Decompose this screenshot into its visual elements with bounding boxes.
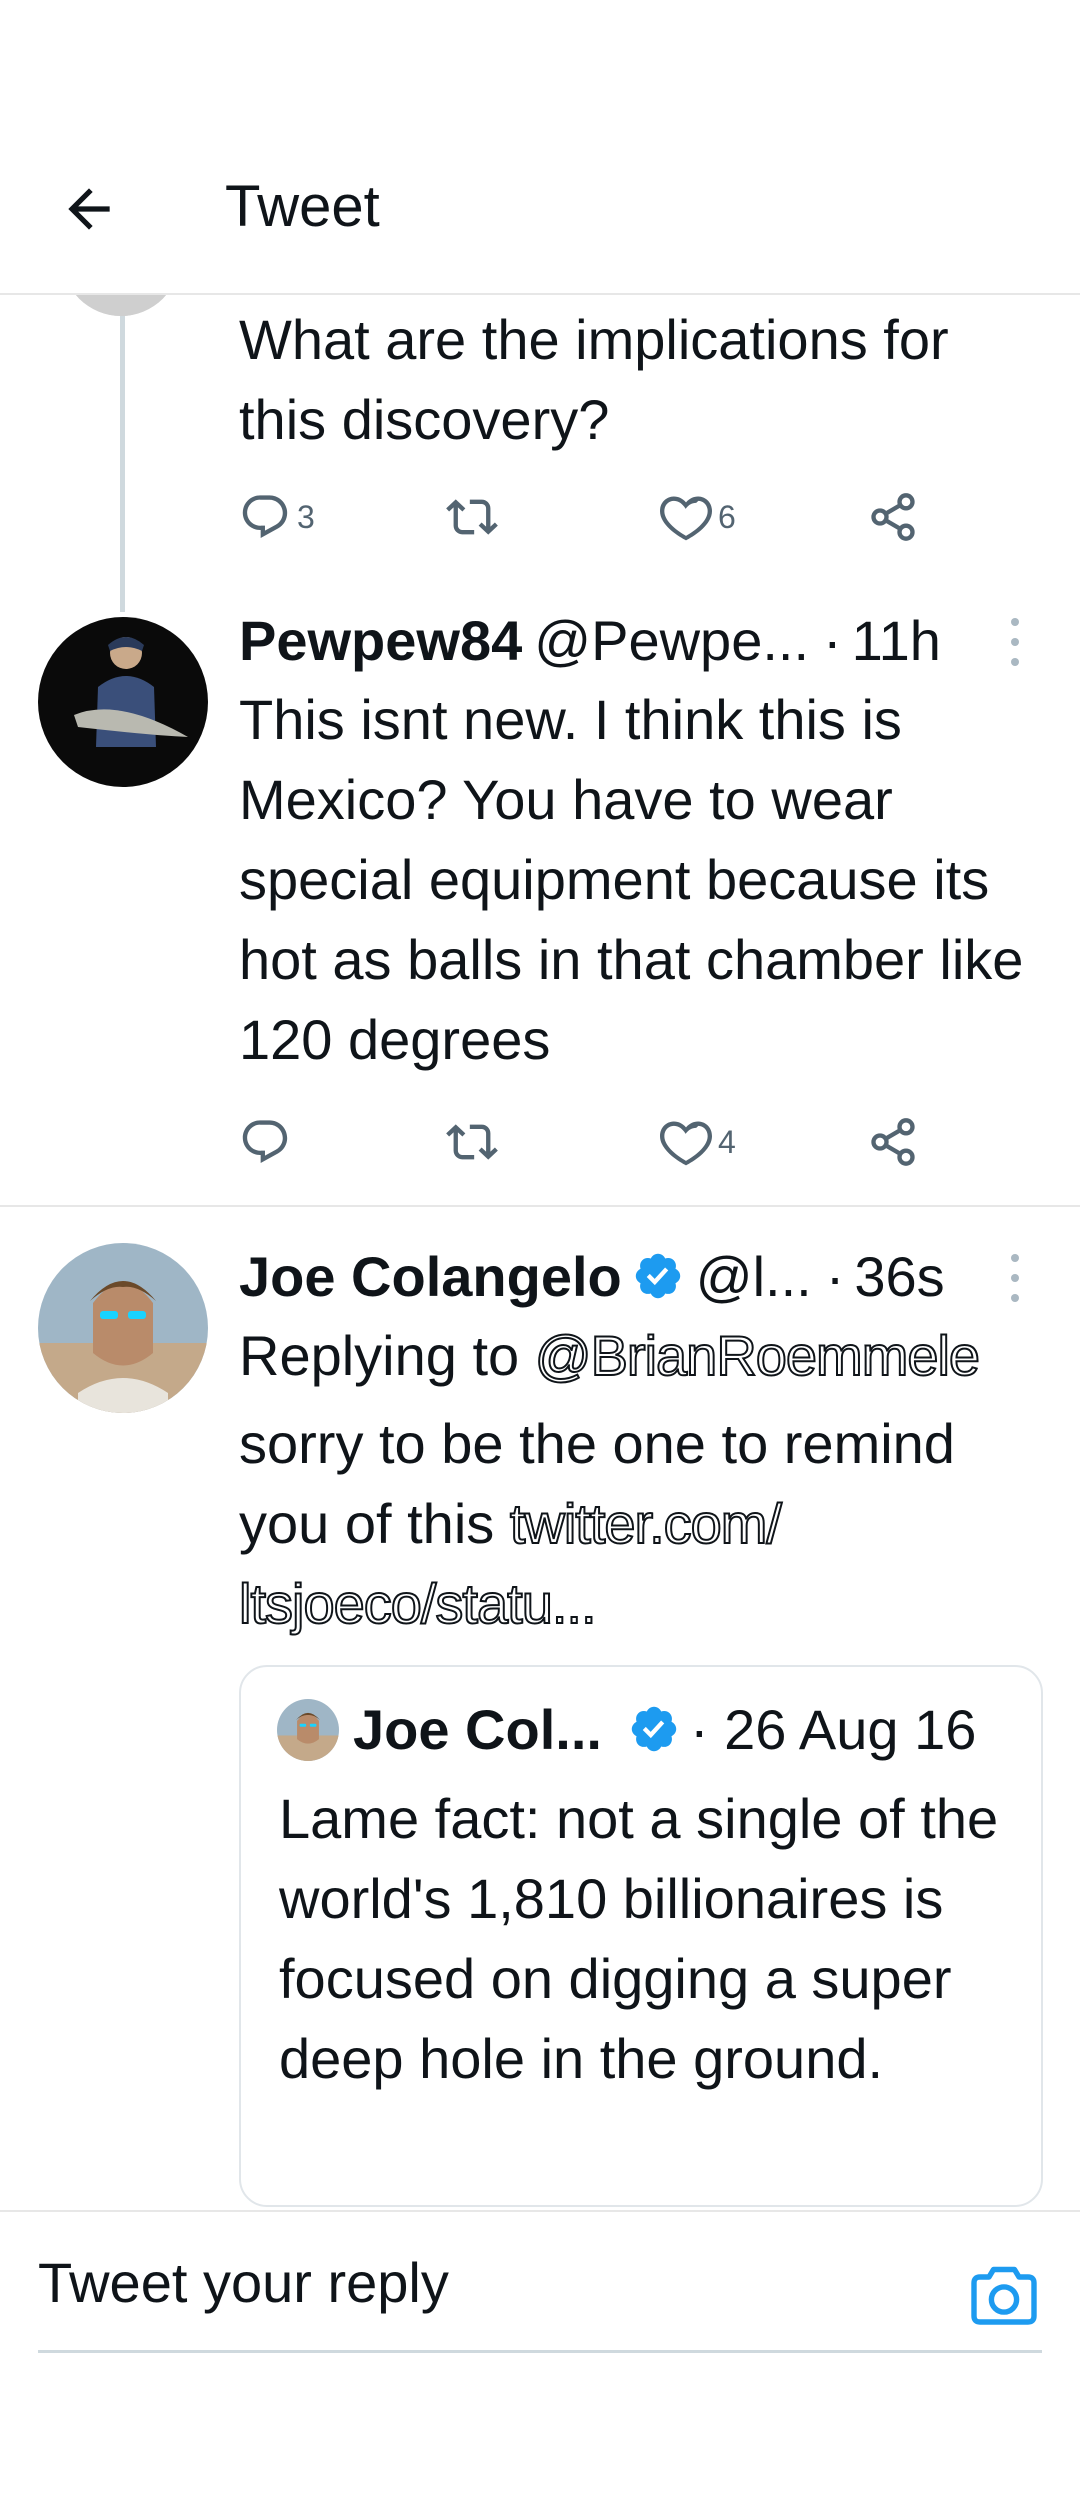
input-underline: [38, 2350, 1042, 2353]
thread-connector: [120, 300, 125, 612]
share-button[interactable]: [867, 487, 919, 547]
tweet-actions: 3 6: [239, 487, 1039, 547]
reply-button[interactable]: [239, 1112, 291, 1172]
retweet-icon: [446, 499, 498, 535]
top-app-bar: Tweet: [0, 0, 1080, 295]
verified-badge-icon: [635, 1253, 680, 1299]
more-icon[interactable]: [1005, 1248, 1025, 1308]
separator-dot: ·: [825, 1244, 845, 1308]
reply-icon: [242, 1120, 288, 1163]
display-name[interactable]: Joe Colangelo: [239, 1244, 622, 1309]
timestamp[interactable]: 11h: [852, 608, 941, 673]
retweet-button[interactable]: [446, 1112, 498, 1172]
tweet-header: Joe Colangelo @l... · 36s: [239, 1236, 1039, 1316]
camera-icon[interactable]: [968, 2262, 1040, 2328]
like-button[interactable]: 4: [660, 1112, 736, 1172]
share-icon: [871, 1118, 915, 1166]
user-handle[interactable]: @Pewpe...: [534, 608, 809, 673]
avatar: [277, 1699, 339, 1761]
timestamp: · 26 Aug 16: [689, 1697, 977, 1761]
tweet-text: sorry to be the one to remind you of thi…: [238, 1404, 1039, 1644]
tweet-text: What are the implications for this disco…: [239, 308, 949, 451]
divider: [0, 1205, 1080, 1207]
reply-count: 3: [297, 498, 315, 535]
separator-dot: ·: [823, 608, 842, 672]
tweet-actions: 4: [239, 1112, 1039, 1172]
retweet-icon: [446, 1124, 498, 1160]
back-arrow-icon[interactable]: [58, 178, 120, 240]
quoted-tweet-card[interactable]: Joe Col... · 26 Aug 16 Lame fact: not a …: [239, 1665, 1043, 2207]
like-count: 4: [718, 1123, 736, 1160]
reply-input[interactable]: Tweet your reply: [38, 2250, 449, 2315]
reply-composer: Tweet your reply: [0, 2210, 1080, 2353]
avatar[interactable]: [38, 1243, 208, 1413]
replying-to-label: Replying to: [239, 1324, 535, 1387]
reply-button[interactable]: 3: [239, 487, 315, 547]
retweet-button[interactable]: [446, 487, 498, 547]
share-icon: [871, 493, 915, 541]
like-button[interactable]: 6: [660, 487, 736, 547]
more-icon[interactable]: [1005, 612, 1025, 672]
like-icon: [660, 496, 712, 541]
share-button[interactable]: [867, 1112, 919, 1172]
quoted-tweet-text: Lame fact: not a single of the world's 1…: [279, 1787, 999, 2090]
page-title: Tweet: [225, 174, 380, 239]
like-count: 6: [718, 498, 736, 535]
avatar[interactable]: [38, 617, 208, 787]
tweet-header: Pewpew84 @Pewpe... · 11h: [239, 600, 1039, 680]
verified-badge-icon: [631, 1706, 677, 1752]
mention-link[interactable]: @BrianRoemmele: [534, 1323, 981, 1388]
display-name[interactable]: Pewpew84: [239, 608, 522, 673]
timestamp[interactable]: 36s: [854, 1244, 944, 1309]
replying-to-line: Replying to @BrianRoemmele: [239, 1316, 1059, 1396]
user-handle[interactable]: @l...: [696, 1244, 812, 1309]
tweet-text: This isnt new. I think this is Mexico? Y…: [239, 688, 1024, 1071]
display-name: Joe Col...: [353, 1697, 602, 1761]
like-icon: [660, 1121, 712, 1166]
reply-icon: [242, 495, 288, 538]
quoted-tweet-header: Joe Col... · 26 Aug 16: [353, 1689, 976, 1769]
